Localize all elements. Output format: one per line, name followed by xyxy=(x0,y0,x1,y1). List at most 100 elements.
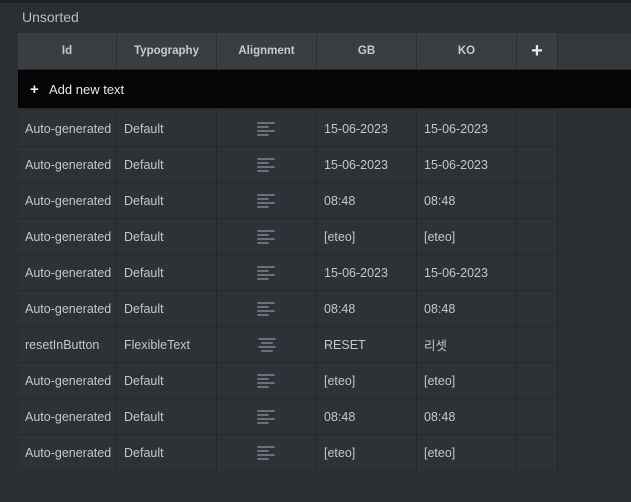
cell-ko[interactable]: [eteo] xyxy=(417,219,517,255)
center-align-icon[interactable] xyxy=(257,337,277,352)
cell-ko-text: 08:48 xyxy=(424,301,456,316)
cell-typography[interactable]: Default xyxy=(117,291,217,327)
cell-gb[interactable]: 15-06-2023 xyxy=(317,111,417,147)
table-row[interactable]: Auto-generated Default 15-06-2023 15-06-202… xyxy=(18,111,631,147)
row-filler xyxy=(558,255,631,291)
cell-gb[interactable]: 15-06-2023 xyxy=(317,255,417,291)
cell-id[interactable]: resetInButton xyxy=(18,327,117,363)
cell-alignment[interactable] xyxy=(217,363,317,399)
cell-typography-text: Default xyxy=(124,121,164,136)
cell-typography[interactable]: Default xyxy=(117,111,217,147)
cell-alignment[interactable] xyxy=(217,399,317,435)
table-body: Auto-generated Default 15-06-2023 15-06-202… xyxy=(18,111,631,471)
cell-alignment[interactable] xyxy=(217,111,317,147)
cell-alignment[interactable] xyxy=(217,291,317,327)
cell-gb[interactable]: [eteo] xyxy=(317,435,417,471)
cell-typography[interactable]: Default xyxy=(117,183,217,219)
cell-gb[interactable]: RESET xyxy=(317,327,417,363)
left-align-icon[interactable] xyxy=(256,157,277,172)
cell-extra xyxy=(517,111,558,147)
cell-typography[interactable]: Default xyxy=(117,219,217,255)
cell-typography[interactable]: Default xyxy=(117,363,217,399)
left-align-icon[interactable] xyxy=(256,409,277,424)
left-align-icon[interactable] xyxy=(256,445,277,460)
cell-ko-text: 15-06-2023 xyxy=(424,265,488,280)
cell-ko[interactable]: 08:48 xyxy=(417,399,517,435)
cell-id[interactable]: Auto-generated xyxy=(18,183,117,219)
add-column-button[interactable]: + xyxy=(517,33,558,69)
cell-id-text: Auto-generated xyxy=(25,121,112,136)
cell-id[interactable]: Auto-generated xyxy=(18,399,117,435)
table-row[interactable]: Auto-generated Default [eteo] [eteo] xyxy=(18,435,631,471)
cell-alignment[interactable] xyxy=(217,219,317,255)
cell-extra xyxy=(517,435,558,471)
cell-gb-text: 08:48 xyxy=(324,301,356,316)
cell-ko-text: 08:48 xyxy=(424,409,456,424)
cell-gb[interactable]: [eteo] xyxy=(317,219,417,255)
cell-alignment[interactable] xyxy=(217,435,317,471)
cell-id[interactable]: Auto-generated xyxy=(18,363,117,399)
left-align-icon[interactable] xyxy=(256,229,277,244)
table-row[interactable]: resetInButton FlexibleText RESET 리셋 xyxy=(18,327,631,363)
cell-alignment[interactable] xyxy=(217,147,317,183)
cell-ko[interactable]: 15-06-2023 xyxy=(417,111,517,147)
add-new-text-button[interactable]: + Add new text xyxy=(18,70,631,109)
cell-gb-text: 08:48 xyxy=(324,409,356,424)
cell-extra xyxy=(517,327,558,363)
cell-ko[interactable]: 15-06-2023 xyxy=(417,255,517,291)
cell-typography-text: Default xyxy=(124,157,164,172)
cell-typography[interactable]: Default xyxy=(117,399,217,435)
cell-ko[interactable]: 15-06-2023 xyxy=(417,147,517,183)
cell-alignment[interactable] xyxy=(217,255,317,291)
row-filler xyxy=(558,183,631,219)
cell-id[interactable]: Auto-generated xyxy=(18,435,117,471)
column-header-gb[interactable]: GB xyxy=(317,33,417,69)
cell-ko[interactable]: [eteo] xyxy=(417,363,517,399)
left-align-icon[interactable] xyxy=(256,121,277,136)
section-title: Unsorted xyxy=(22,9,79,25)
cell-id[interactable]: Auto-generated xyxy=(18,147,117,183)
cell-alignment[interactable] xyxy=(217,327,317,363)
left-align-icon[interactable] xyxy=(256,193,277,208)
cell-ko[interactable]: 08:48 xyxy=(417,183,517,219)
cell-ko-text: [eteo] xyxy=(424,373,456,388)
cell-typography-text: Default xyxy=(124,229,164,244)
cell-id-text: Auto-generated xyxy=(25,265,112,280)
cell-typography-text: Default xyxy=(124,445,164,460)
cell-gb[interactable]: 08:48 xyxy=(317,291,417,327)
cell-id[interactable]: Auto-generated xyxy=(18,219,117,255)
cell-gb[interactable]: 08:48 xyxy=(317,399,417,435)
left-align-icon[interactable] xyxy=(256,373,277,388)
cell-typography-text: Default xyxy=(124,409,164,424)
cell-id[interactable]: Auto-generated xyxy=(18,255,117,291)
cell-typography[interactable]: FlexibleText xyxy=(117,327,217,363)
column-header-alignment[interactable]: Alignment xyxy=(217,33,317,69)
table-row[interactable]: Auto-generated Default 08:48 08:48 xyxy=(18,291,631,327)
cell-typography[interactable]: Default xyxy=(117,435,217,471)
table-row[interactable]: Auto-generated Default [eteo] [eteo] xyxy=(18,219,631,255)
cell-gb-text: [eteo] xyxy=(324,229,356,244)
cell-gb[interactable]: [eteo] xyxy=(317,363,417,399)
cell-gb[interactable]: 15-06-2023 xyxy=(317,147,417,183)
table-row[interactable]: Auto-generated Default [eteo] [eteo] xyxy=(18,363,631,399)
column-header-ko[interactable]: KO xyxy=(417,33,517,69)
table-row[interactable]: Auto-generated Default 08:48 08:48 xyxy=(18,183,631,219)
cell-typography[interactable]: Default xyxy=(117,255,217,291)
table-row[interactable]: Auto-generated Default 15-06-2023 15-06-202… xyxy=(18,255,631,291)
cell-ko[interactable]: [eteo] xyxy=(417,435,517,471)
cell-alignment[interactable] xyxy=(217,183,317,219)
table-row[interactable]: Auto-generated Default 15-06-2023 15-06-202… xyxy=(18,147,631,183)
cell-ko[interactable]: 08:48 xyxy=(417,291,517,327)
cell-typography[interactable]: Default xyxy=(117,147,217,183)
cell-id[interactable]: Auto-generated xyxy=(18,291,117,327)
plus-icon: + xyxy=(30,80,39,98)
cell-ko-text: 리셋 xyxy=(424,339,448,353)
cell-ko[interactable]: 리셋 xyxy=(417,327,517,363)
column-header-typography[interactable]: Typography xyxy=(117,33,217,69)
table-row[interactable]: Auto-generated Default 08:48 08:48 xyxy=(18,399,631,435)
cell-id[interactable]: Auto-generated xyxy=(18,111,117,147)
left-align-icon[interactable] xyxy=(256,265,277,280)
column-header-id[interactable]: Id xyxy=(18,33,117,69)
left-align-icon[interactable] xyxy=(256,301,277,316)
cell-gb[interactable]: 08:48 xyxy=(317,183,417,219)
